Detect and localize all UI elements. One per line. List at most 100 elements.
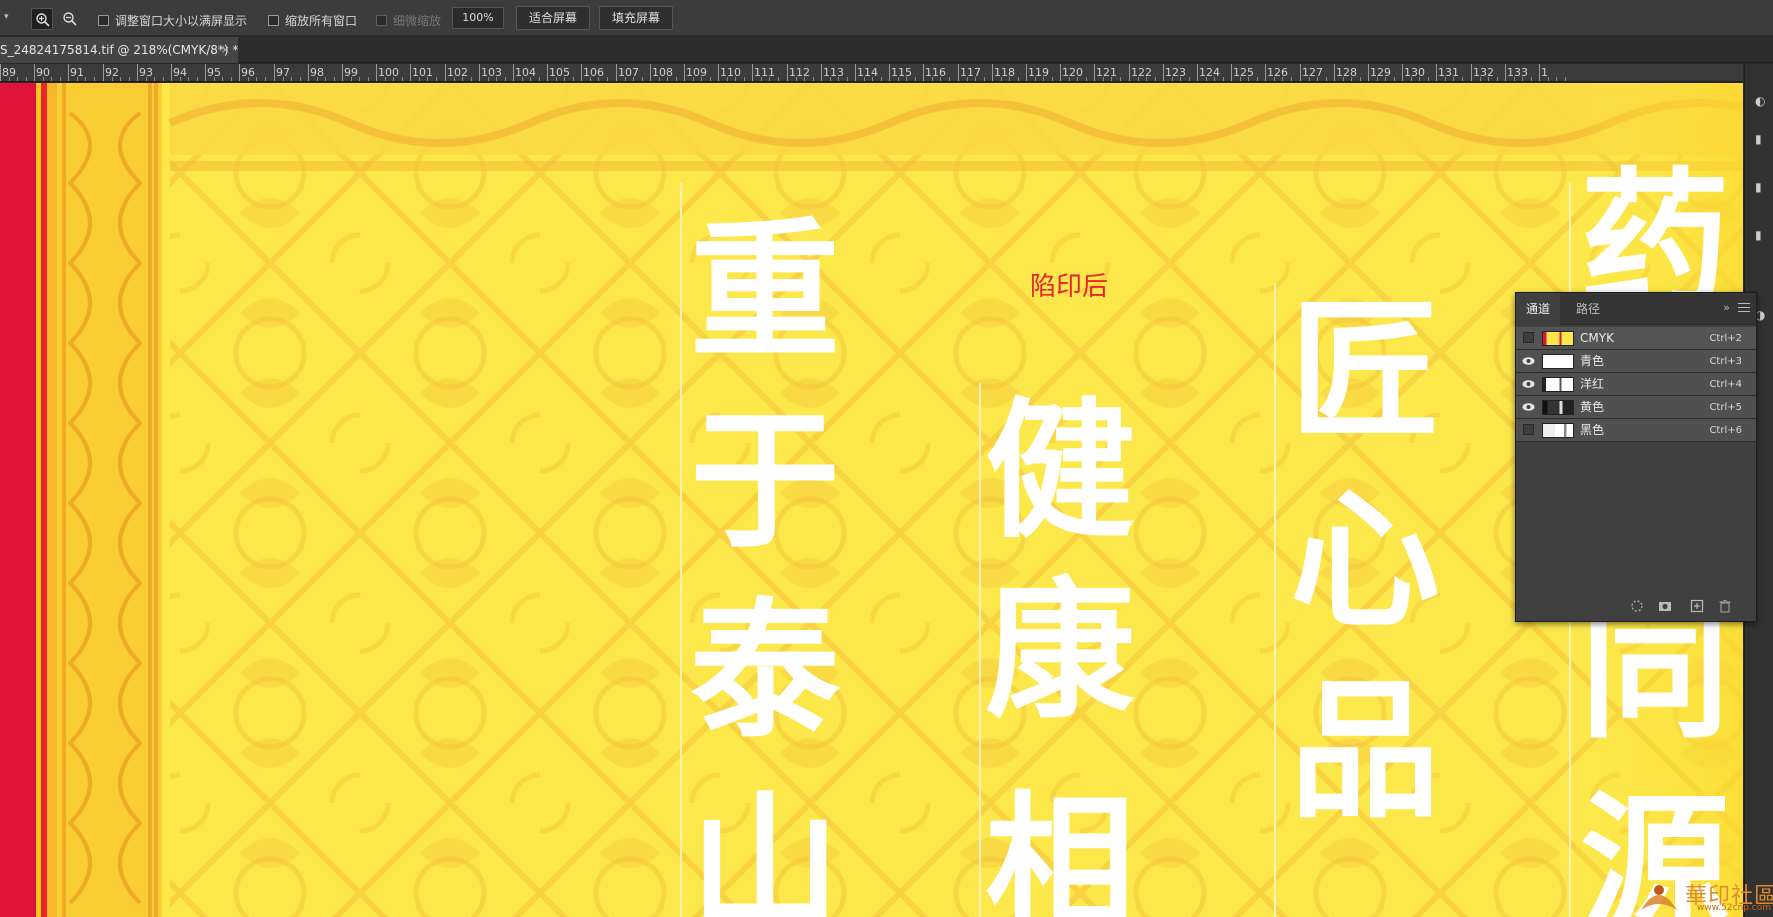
- document-tab[interactable]: S_24824175814.tif @ 218%(CMYK/8*) * ×: [0, 37, 238, 63]
- channel-row-yellow[interactable]: 黄色 Ctrl+5: [1516, 396, 1756, 419]
- ruler-label: 113: [823, 66, 844, 79]
- ruler-minor-tick: [17, 77, 18, 81]
- checkbox-box[interactable]: [98, 15, 109, 26]
- ruler-minor-tick: [864, 77, 865, 81]
- channels-panel: 通道 路径 » CMYK Ctrl+2 青色 Ctrl+3 洋红 Ctrl+4 …: [1515, 292, 1757, 622]
- ruler-minor-tick: [761, 77, 762, 81]
- ruler-minor-tick: [872, 77, 873, 81]
- new-channel-icon[interactable]: [1690, 599, 1704, 613]
- ruler-minor-tick: [1138, 77, 1139, 81]
- save-selection-icon[interactable]: [1658, 599, 1672, 613]
- glyph-zhong: 重: [690, 203, 840, 379]
- zoom-in-icon: [36, 13, 50, 27]
- zoom-in-button[interactable]: [31, 8, 53, 30]
- ruler-minor-tick: [334, 77, 335, 81]
- panel-footer: [1516, 591, 1756, 621]
- ruler-minor-tick: [462, 77, 463, 81]
- ruler-major-tick: [547, 64, 548, 81]
- ruler-label: 109: [686, 66, 707, 79]
- scrubby-zoom-checkbox[interactable]: 细微缩放: [376, 12, 441, 29]
- ruler-label: 124: [1199, 66, 1220, 79]
- ruler-minor-tick: [949, 77, 950, 81]
- close-icon[interactable]: ×: [221, 37, 230, 63]
- ruler-minor-tick: [1385, 77, 1386, 81]
- ruler-minor-tick: [1394, 77, 1395, 81]
- resize-windows-checkbox[interactable]: 调整窗口大小以满屏显示: [98, 12, 247, 29]
- ruler-major-tick: [68, 64, 69, 81]
- fill-screen-button[interactable]: 填充屏幕: [599, 6, 673, 30]
- ruler-minor-tick: [1497, 77, 1498, 81]
- ruler-minor-tick: [1069, 77, 1070, 81]
- eye-icon[interactable]: [1522, 355, 1535, 367]
- ruler-major-tick: [958, 64, 959, 81]
- channel-row-black[interactable]: 黑色 Ctrl+6: [1516, 419, 1756, 442]
- ruler-major-tick: [821, 64, 822, 81]
- channel-row-cmyk[interactable]: CMYK Ctrl+2: [1516, 327, 1756, 350]
- channel-row-cyan[interactable]: 青色 Ctrl+3: [1516, 350, 1756, 373]
- adjustments-panel-icon[interactable]: ▮: [1755, 228, 1767, 242]
- ruler-minor-tick: [1206, 77, 1207, 81]
- collapse-panel-icon[interactable]: »: [1723, 301, 1730, 314]
- ruler-minor-tick: [9, 77, 10, 81]
- horizontal-ruler[interactable]: 89 90 91 92 93 94 95 96 97 98 99 100 101 102 103 104 105…: [0, 64, 1743, 82]
- ruler-minor-tick: [1240, 77, 1241, 81]
- ruler-minor-tick: [488, 77, 489, 81]
- ruler-minor-tick: [932, 77, 933, 81]
- tab-channels[interactable]: 通道: [1516, 293, 1561, 325]
- ruler-minor-tick: [1291, 77, 1292, 81]
- properties-panel-icon[interactable]: ▮: [1755, 132, 1767, 146]
- color-panel-icon[interactable]: ◐: [1755, 94, 1767, 108]
- ruler-major-tick: [1231, 64, 1232, 81]
- checkbox-box[interactable]: [376, 15, 387, 26]
- ruler-minor-tick: [1445, 77, 1446, 81]
- channel-name: CMYK: [1580, 331, 1614, 345]
- glyph-xin: 心: [1290, 473, 1440, 649]
- tab-paths[interactable]: 路径: [1566, 293, 1610, 325]
- checkbox-box[interactable]: [268, 15, 279, 26]
- ruler-label: 102: [447, 66, 468, 79]
- ruler-minor-tick: [1223, 77, 1224, 81]
- delete-channel-icon[interactable]: [1718, 599, 1732, 613]
- ruler-minor-tick: [51, 77, 52, 81]
- ruler-minor-tick: [77, 77, 78, 81]
- visibility-toggle-off[interactable]: [1523, 424, 1534, 435]
- ruler-minor-tick: [1317, 77, 1318, 81]
- zoom-all-windows-checkbox[interactable]: 缩放所有窗口: [268, 12, 357, 29]
- tool-preset-chevron-down-icon[interactable]: ▾: [4, 12, 14, 22]
- ruler-major-tick: [34, 64, 35, 81]
- scrubby-zoom-label: 细微缩放: [393, 14, 442, 28]
- ruler-major-tick: [992, 64, 993, 81]
- layers-panel-icon[interactable]: ▮: [1755, 180, 1767, 194]
- ruler-label: 125: [1233, 66, 1254, 79]
- ruler-major-tick: [923, 64, 924, 81]
- ruler-major-tick: [205, 64, 206, 81]
- channel-row-magenta[interactable]: 洋红 Ctrl+4: [1516, 373, 1756, 396]
- ruler-minor-tick: [94, 77, 95, 81]
- visibility-toggle-off[interactable]: [1523, 332, 1534, 343]
- ruler-major-tick: [1539, 64, 1540, 81]
- panel-menu-icon[interactable]: [1738, 303, 1750, 313]
- glyph-yu: 于: [690, 393, 840, 569]
- channel-thumbnail: [1542, 377, 1574, 392]
- channel-name: 洋红: [1580, 377, 1605, 391]
- fit-screen-button[interactable]: 适合屏幕: [516, 6, 590, 30]
- eye-icon[interactable]: [1522, 378, 1535, 390]
- ruler-minor-tick: [1172, 77, 1173, 81]
- ruler-minor-tick: [283, 77, 284, 81]
- site-watermark: 華印社區 www.52cnp.com: [1637, 876, 1773, 916]
- zoom-percent-field[interactable]: 100%: [452, 7, 504, 29]
- channel-thumbnail: [1542, 354, 1574, 369]
- ruler-minor-tick: [522, 77, 523, 81]
- eye-icon[interactable]: [1522, 401, 1535, 413]
- ruler-minor-tick: [454, 77, 455, 81]
- ruler-minor-tick: [214, 77, 215, 81]
- ruler-label: 120: [1062, 66, 1083, 79]
- document-canvas[interactable]: 重 于 泰 山 健 康 相 匠 心 品 药 同 源 陷印后: [0, 83, 1743, 917]
- ruler-minor-tick: [1326, 77, 1327, 81]
- load-selection-icon[interactable]: [1630, 599, 1644, 613]
- ruler-major-tick: [1265, 64, 1266, 81]
- channel-shortcut: Ctrl+2: [1709, 333, 1742, 344]
- ruler-minor-tick: [1514, 77, 1515, 81]
- zoom-out-button[interactable]: [59, 8, 81, 30]
- ruler-minor-tick: [85, 77, 86, 81]
